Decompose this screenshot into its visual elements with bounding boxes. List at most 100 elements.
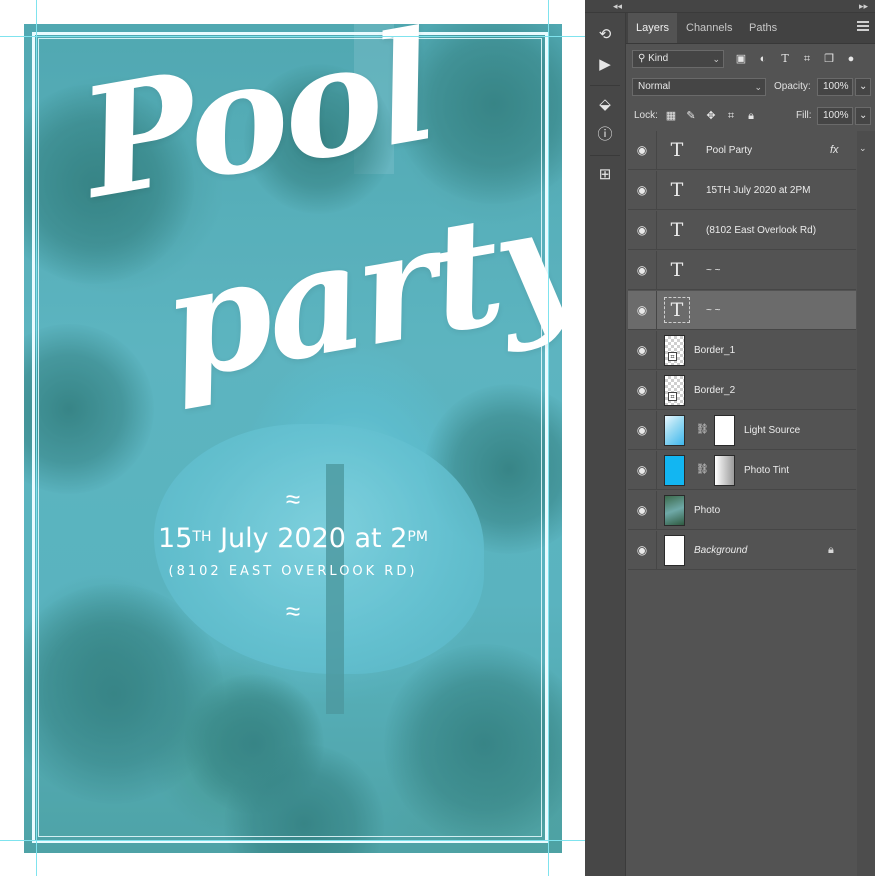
wave-divider-top: ≈ (285, 484, 301, 514)
strip-divider (590, 85, 620, 86)
type-layer-icon: T (670, 259, 684, 281)
fill-field[interactable]: 100% (817, 107, 853, 125)
document-canvas[interactable]: Pool party ≈ 15TH July 2020 at 2PM (8102… (0, 0, 585, 876)
layer-thumbnail (664, 375, 685, 406)
date-middle: July 2020 at 2 (211, 523, 408, 554)
layer-row[interactable]: ◉ ⌗ Border_2 (628, 371, 856, 410)
image-filter-icon[interactable]: ▣ (734, 50, 748, 68)
date-day: 15 (158, 523, 193, 554)
filter-toggle-icon[interactable]: ● (844, 50, 858, 68)
divider (656, 371, 657, 410)
chain-link-icon[interactable]: ⛓ (696, 423, 709, 437)
layer-thumbnail (664, 495, 685, 526)
lock-label: Lock: (634, 110, 658, 121)
layer-thumbnail (664, 335, 685, 366)
event-date-text: 15TH July 2020 at 2PM (24, 522, 562, 556)
adjustment-filter-icon[interactable]: ◐ (756, 50, 770, 68)
type-layer-icon: T (670, 219, 684, 241)
layer-row[interactable]: ◉ T 15TH July 2020 at 2PM (628, 171, 856, 210)
blend-row: Normal ⌄ Opacity: 100% ⌄ (626, 78, 875, 102)
visibility-eye-icon[interactable]: ◉ (634, 303, 650, 317)
opacity-dropdown[interactable]: ⌄ (855, 78, 871, 96)
tab-layers[interactable]: Layers (628, 13, 678, 43)
opacity-label: Opacity: (774, 81, 811, 92)
collapse-right-icon[interactable]: ▸▸ (859, 0, 868, 12)
chevron-down-icon: ⌄ (859, 81, 868, 92)
visibility-eye-icon[interactable]: ◉ (634, 463, 650, 477)
layer-row[interactable]: ◉ T Pool Party fx (628, 131, 856, 170)
layer-name: ~ ~ (706, 305, 721, 316)
info-icon[interactable]: ⓘ (595, 125, 615, 145)
lock-row: Lock: ▦ ✎ ✥ ⌗ 🔒︎ Fill: 100% ⌄ (626, 107, 875, 131)
shape-filter-icon[interactable]: ⌗ (800, 50, 814, 68)
blend-mode-select[interactable]: Normal ⌄ (632, 78, 766, 96)
layer-row[interactable]: ◉ T (8102 East Overlook Rd) (628, 211, 856, 250)
layer-thumbnail (664, 415, 685, 446)
divider (656, 131, 657, 170)
layer-row[interactable]: ◉ T ~ ~ (628, 251, 856, 290)
lock-all-icon[interactable]: 🔒︎ (744, 107, 758, 125)
type-layer-icon: T (664, 297, 690, 323)
layer-mask-thumbnail[interactable] (714, 415, 735, 446)
layer-thumbnail (664, 455, 685, 486)
type-filter-icon[interactable]: T (778, 50, 792, 68)
visibility-eye-icon[interactable]: ◉ (634, 143, 650, 157)
chevron-down-icon: ⌄ (712, 54, 720, 64)
visibility-eye-icon[interactable]: ◉ (634, 343, 650, 357)
visibility-eye-icon[interactable]: ◉ (634, 423, 650, 437)
visibility-eye-icon[interactable]: ◉ (634, 543, 650, 557)
guide-line[interactable] (0, 36, 585, 37)
layer-row[interactable]: ◉ ⛓ Light Source (628, 411, 856, 450)
type-layer-icon: T (670, 139, 684, 161)
layer-row[interactable]: ◉ Photo (628, 491, 856, 530)
collapse-left-icon[interactable]: ◂◂ (613, 0, 622, 12)
clone-source-icon[interactable]: ⊞ (595, 165, 615, 185)
visibility-eye-icon[interactable]: ◉ (634, 263, 650, 277)
layer-thumbnail (664, 535, 685, 566)
guide-line[interactable] (548, 0, 549, 876)
smart-object-badge-icon: ⌗ (668, 352, 677, 361)
lock-transparent-pixels-icon[interactable]: ▦ (664, 107, 678, 125)
panel-menu-icon[interactable] (857, 21, 869, 33)
divider (656, 531, 657, 570)
lock-icon[interactable]: 🔒︎ (828, 543, 834, 557)
divider (656, 251, 657, 290)
panel-icon-strip: ⟲ ▶ ⬙ ⓘ ⊞ (585, 13, 626, 876)
layer-mask-thumbnail[interactable] (714, 455, 735, 486)
opacity-field[interactable]: 100% (817, 78, 853, 96)
libraries-icon[interactable]: ⬙ (595, 95, 615, 115)
chain-link-icon[interactable]: ⛓ (696, 463, 709, 477)
layer-name: (8102 East Overlook Rd) (706, 225, 817, 236)
visibility-eye-icon[interactable]: ◉ (634, 183, 650, 197)
guide-line[interactable] (0, 840, 585, 841)
layers-scrollbar[interactable] (857, 131, 875, 876)
layer-row-selected[interactable]: ◉ T ~ ~ (628, 291, 856, 330)
actions-play-icon[interactable]: ▶ (595, 55, 615, 75)
tab-channels[interactable]: Channels (678, 13, 740, 43)
smart-object-filter-icon[interactable]: ❐ (822, 50, 836, 68)
tab-paths[interactable]: Paths (741, 13, 785, 43)
chevron-down-icon[interactable]: ⌄ (859, 143, 867, 154)
lock-artboard-icon[interactable]: ⌗ (724, 107, 738, 125)
poster-artwork[interactable]: Pool party ≈ 15TH July 2020 at 2PM (8102… (24, 24, 562, 853)
layer-row[interactable]: ◉ ⛓ Photo Tint (628, 451, 856, 490)
layer-row[interactable]: ◉ Background 🔒︎ (628, 531, 856, 570)
visibility-eye-icon[interactable]: ◉ (634, 223, 650, 237)
layer-row[interactable]: ◉ ⌗ Border_1 (628, 331, 856, 370)
panel-tabs: Layers Channels Paths (626, 13, 875, 44)
event-address-text: (8102 EAST OVERLOOK RD) (168, 564, 418, 579)
layer-name: Photo (694, 505, 721, 516)
fill-dropdown[interactable]: ⌄ (855, 107, 871, 125)
visibility-eye-icon[interactable]: ◉ (634, 503, 650, 517)
lock-position-icon[interactable]: ✥ (704, 107, 718, 125)
lock-image-pixels-icon[interactable]: ✎ (684, 107, 698, 125)
guide-line[interactable] (36, 0, 37, 876)
filter-kind-select[interactable]: ⚲ Kind ⌄ (632, 50, 724, 68)
history-icon[interactable]: ⟲ (595, 25, 615, 45)
layer-name: Background (694, 545, 748, 556)
layer-effects-icon[interactable]: fx (830, 131, 839, 170)
layer-name: 15TH July 2020 at 2PM (706, 185, 811, 196)
blend-mode-value: Normal (638, 81, 671, 92)
filter-kind-label: Kind (648, 53, 669, 64)
visibility-eye-icon[interactable]: ◉ (634, 383, 650, 397)
